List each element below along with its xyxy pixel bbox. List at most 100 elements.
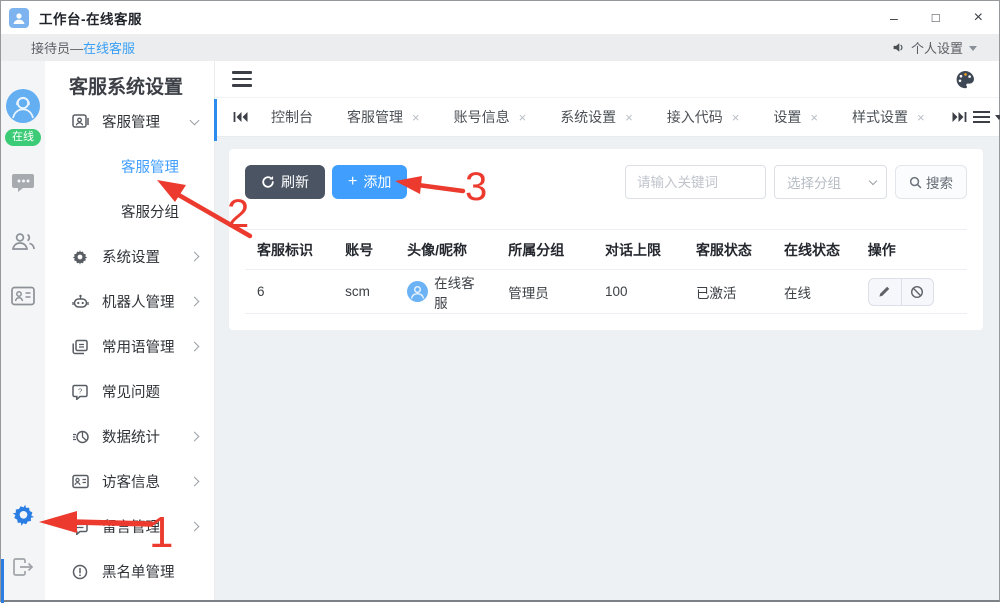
sidebar-subitem-kefu-guanli[interactable]: 客服管理 (45, 144, 214, 189)
settings-sidebar: 客服系统设置 客服管理 客服管理 客服分组 系统设置 (45, 61, 215, 600)
settings-gear-icon[interactable] (12, 503, 35, 531)
ban-icon (910, 285, 924, 299)
close-button[interactable]: × (974, 10, 983, 26)
agent-avatar[interactable] (6, 89, 40, 123)
cell-agent-id: 6 (245, 270, 333, 314)
sidebar-item-liuyan-guanli[interactable]: 留言管理 (45, 504, 214, 549)
sidebar-item-xitong-shezhi[interactable]: 系统设置 (45, 234, 214, 279)
tabs-scroll-left-icon[interactable] (233, 111, 248, 123)
tab-label: 接入代码 (667, 107, 723, 127)
tab-console[interactable]: 控制台 (254, 107, 330, 127)
theme-palette-icon[interactable] (955, 70, 975, 89)
col-chat-limit: 对话上限 (593, 230, 684, 270)
edit-button[interactable] (868, 278, 901, 306)
cell-account: scm (333, 270, 395, 314)
icon-rail: 在线 (1, 61, 45, 600)
tab-label: 样式设置 (852, 107, 908, 127)
receptionist-name-link[interactable]: 在线客服 (83, 38, 135, 57)
sidebar-item-label: 数据统计 (102, 426, 160, 447)
chat-icon[interactable] (11, 172, 35, 199)
logout-icon[interactable] (12, 557, 34, 582)
add-button[interactable]: + 添加 (332, 165, 407, 199)
agent-management-card: 刷新 + 添加 选择分组 (229, 149, 983, 330)
online-status-badge: 在线 (5, 129, 41, 146)
gear-icon (71, 249, 89, 265)
group-select-value: 选择分组 (787, 172, 841, 192)
cell-agent-status: 已激活 (684, 270, 772, 314)
col-agent-status: 客服状态 (684, 230, 772, 270)
main-top-bar (215, 61, 999, 97)
close-tab-icon[interactable]: × (732, 111, 740, 124)
main-area: 控制台 客服管理 × 账号信息 × 系统设置 × 接入代码 × (215, 61, 999, 600)
chevron-down-icon (969, 46, 977, 51)
visitors-icon[interactable] (11, 231, 36, 256)
close-tab-icon[interactable]: × (625, 111, 633, 124)
col-online-status: 在线状态 (772, 230, 856, 270)
tab-bar: 控制台 客服管理 × 账号信息 × 系统设置 × 接入代码 × (215, 97, 999, 137)
close-tab-icon[interactable]: × (412, 111, 420, 124)
sidebar-item-heimingdan-guanli[interactable]: 黑名单管理 (45, 549, 214, 594)
sidebar-item-fangke-xinxi[interactable]: 访客信息 (45, 459, 214, 504)
sidebar-item-label: 机器人管理 (102, 291, 175, 312)
table-header-row: 客服标识 账号 头像/昵称 所属分组 对话上限 客服状态 在线状态 操作 (245, 230, 967, 270)
cell-actions (856, 270, 967, 314)
id-card-icon[interactable] (11, 286, 35, 311)
add-label: 添加 (363, 172, 391, 192)
keyword-search-input[interactable] (625, 165, 766, 199)
sidebar-item-jiqiren-guanli[interactable]: 机器人管理 (45, 279, 214, 324)
sidebar-subitem-kefu-fenzu[interactable]: 客服分组 (45, 189, 214, 234)
sidebar-item-label: 系统设置 (102, 246, 160, 267)
col-account: 账号 (333, 230, 395, 270)
window-title: 工作台-在线客服 (39, 8, 142, 28)
chevron-down-icon (190, 115, 200, 125)
tab-label: 设置 (773, 107, 801, 127)
group-select-dropdown[interactable]: 选择分组 (774, 165, 887, 199)
sidebar-title: 客服系统设置 (45, 61, 214, 99)
app-logo-icon (9, 8, 29, 28)
tab-zhanghao-xinxi[interactable]: 账号信息 × (437, 107, 544, 127)
agent-nickname: 在线客服 (434, 272, 486, 312)
tabs-scroll-right-icon[interactable] (952, 111, 967, 123)
disable-button[interactable] (901, 278, 934, 306)
tab-shezhi[interactable]: 设置 × (756, 107, 835, 127)
sidebar-item-label: 留言管理 (102, 516, 160, 537)
close-tab-icon[interactable]: × (810, 111, 818, 124)
tabs-menu-icon[interactable] (973, 111, 1000, 124)
refresh-button[interactable]: 刷新 (245, 165, 325, 199)
close-tab-icon[interactable]: × (519, 111, 527, 124)
tab-xitong-shezhi[interactable]: 系统设置 × (543, 107, 650, 127)
col-agent-id: 客服标识 (245, 230, 333, 270)
tab-label: 控制台 (271, 107, 313, 127)
sub-header: 接待员—在线客服 个人设置 (1, 34, 999, 61)
pencil-icon (878, 285, 891, 298)
cell-chat-limit: 100 (593, 270, 684, 314)
faq-icon: ? (71, 384, 89, 400)
close-tab-icon[interactable]: × (917, 111, 925, 124)
refresh-label: 刷新 (281, 172, 309, 192)
sidebar-item-changyongyu-guanli[interactable]: 常用语管理 (45, 324, 214, 369)
maximize-button[interactable]: □ (932, 11, 940, 24)
tab-jieru-daima[interactable]: 接入代码 × (650, 107, 757, 127)
sidebar-item-label: 客服管理 (102, 111, 160, 132)
agent-badge-icon (71, 113, 89, 130)
chevron-down-icon (869, 176, 877, 184)
collapse-sidebar-icon[interactable] (232, 71, 252, 87)
chevron-right-icon (190, 522, 200, 532)
phrases-icon (71, 339, 89, 355)
search-button[interactable]: 搜索 (895, 165, 967, 199)
tab-yangshi-shezhi[interactable]: 样式设置 × (835, 107, 942, 127)
tab-label: 系统设置 (560, 107, 616, 127)
sidebar-item-changjian-wenti[interactable]: ? 常见问题 (45, 369, 214, 414)
tab-kefu-guanli[interactable]: 客服管理 × (330, 107, 437, 127)
chevron-right-icon (190, 297, 200, 307)
title-bar: 工作台-在线客服 – □ × (1, 1, 999, 34)
sidebar-item-kefu-guanli-parent[interactable]: 客服管理 (45, 99, 214, 144)
sidebar-item-label: 常用语管理 (102, 336, 175, 357)
sidebar-item-shuju-tongji[interactable]: 数据统计 (45, 414, 214, 459)
speaker-icon[interactable] (892, 41, 905, 54)
table-row: 6 scm 在线客服 (245, 270, 967, 314)
search-icon (909, 176, 922, 189)
cell-group: 管理员 (496, 270, 593, 314)
minimize-button[interactable]: – (890, 11, 898, 25)
personal-settings-menu[interactable]: 个人设置 (911, 38, 963, 57)
